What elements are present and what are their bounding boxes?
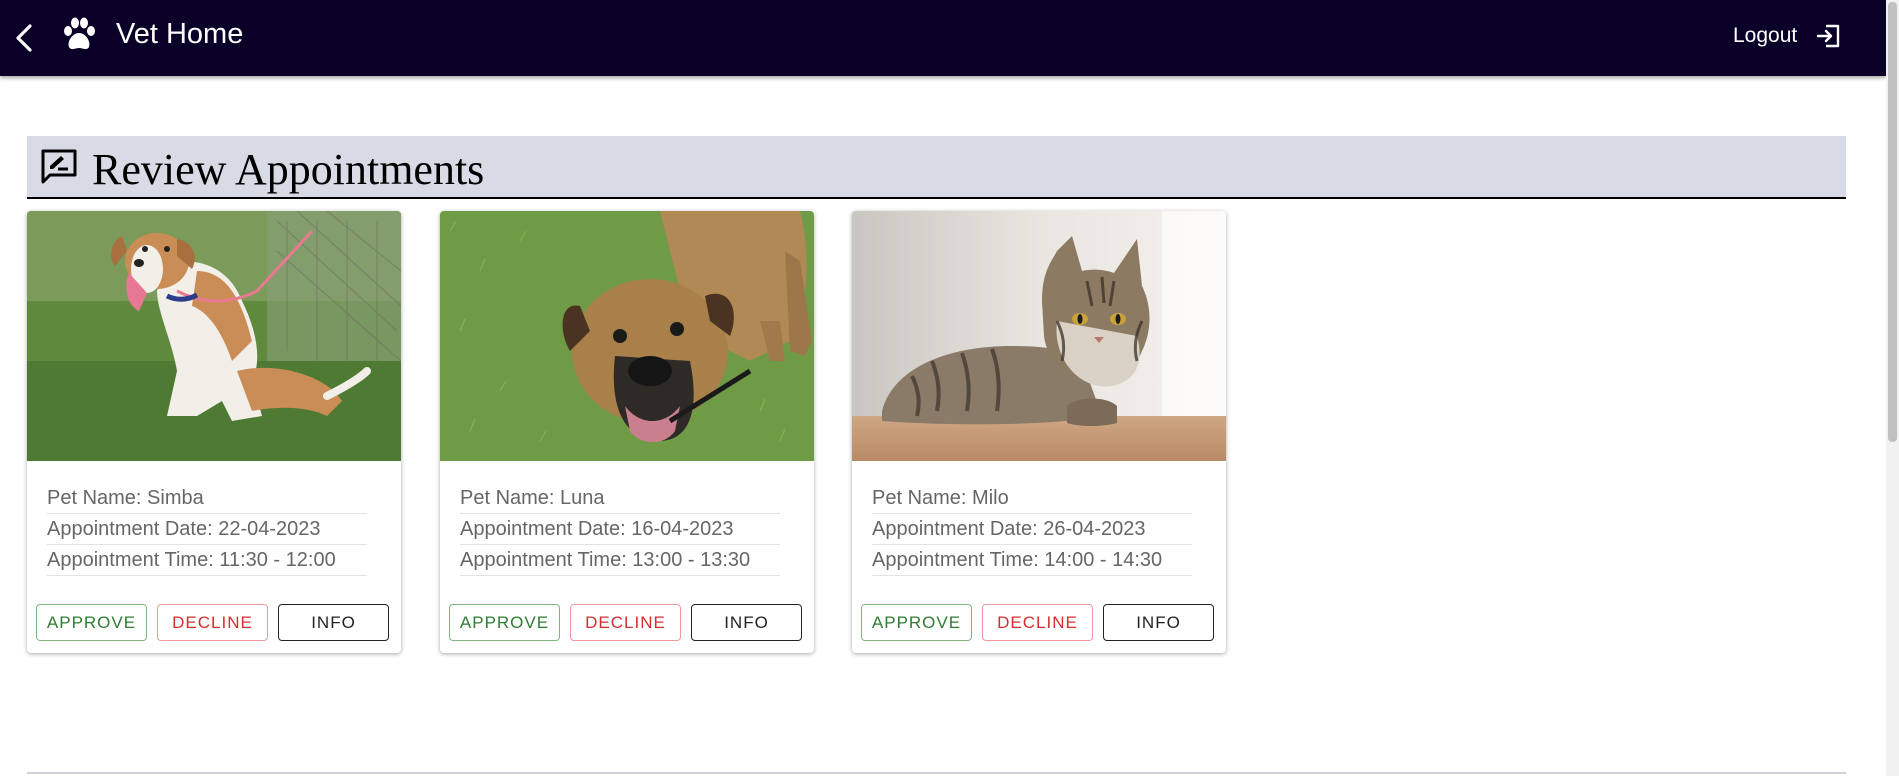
card-actions: APPROVE DECLINE INFO (36, 604, 389, 641)
appointment-time: Appointment Time: 13:00 - 13:30 (460, 545, 780, 576)
appointment-date: Appointment Date: 26-04-2023 (872, 514, 1192, 545)
decline-button[interactable]: DECLINE (157, 604, 268, 641)
approve-button[interactable]: APPROVE (861, 604, 972, 641)
info-button[interactable]: INFO (278, 604, 389, 641)
scrollbar-thumb[interactable] (1888, 2, 1897, 442)
approve-button[interactable]: APPROVE (449, 604, 560, 641)
appointment-date: Appointment Date: 16-04-2023 (460, 514, 780, 545)
appointment-card: Pet Name: Simba Appointment Date: 22-04-… (27, 211, 401, 653)
logout-button[interactable]: Logout (1733, 22, 1843, 50)
section-header: Review Appointments (27, 136, 1846, 199)
card-actions: APPROVE DECLINE INFO (861, 604, 1214, 641)
info-button[interactable]: INFO (691, 604, 802, 641)
decline-button[interactable]: DECLINE (982, 604, 1093, 641)
page-title: Review Appointments (92, 145, 485, 194)
approve-button[interactable]: APPROVE (36, 604, 147, 641)
info-button[interactable]: INFO (1103, 604, 1214, 641)
decline-button[interactable]: DECLINE (570, 604, 681, 641)
rate-review-icon (39, 147, 79, 187)
appointment-date: Appointment Date: 22-04-2023 (47, 514, 367, 545)
logout-icon (1815, 22, 1843, 50)
logout-label: Logout (1733, 24, 1798, 47)
pet-name: Pet Name: Milo (872, 483, 1192, 514)
paw-icon (60, 16, 98, 54)
pet-name: Pet Name: Simba (47, 483, 367, 514)
appointment-time: Appointment Time: 14:00 - 14:30 (872, 545, 1192, 576)
appointment-time: Appointment Time: 11:30 - 12:00 (47, 545, 367, 576)
vertical-scrollbar[interactable] (1886, 0, 1899, 776)
appointment-details: Pet Name: Milo Appointment Date: 26-04-2… (872, 483, 1214, 576)
back-arrow-icon[interactable] (12, 22, 38, 54)
pet-photo (852, 211, 1226, 461)
app-bar: Vet Home Logout (0, 0, 1886, 76)
pet-photo (440, 211, 814, 461)
appointment-details: Pet Name: Luna Appointment Date: 16-04-2… (460, 483, 802, 576)
pet-name: Pet Name: Luna (460, 483, 780, 514)
app-title: Vet Home (116, 18, 244, 50)
divider (27, 772, 1846, 774)
pet-photo (27, 211, 401, 461)
appointment-card: Pet Name: Luna Appointment Date: 16-04-2… (440, 211, 814, 653)
appointment-card: Pet Name: Milo Appointment Date: 26-04-2… (852, 211, 1226, 653)
card-actions: APPROVE DECLINE INFO (449, 604, 802, 641)
appointment-details: Pet Name: Simba Appointment Date: 22-04-… (47, 483, 389, 576)
